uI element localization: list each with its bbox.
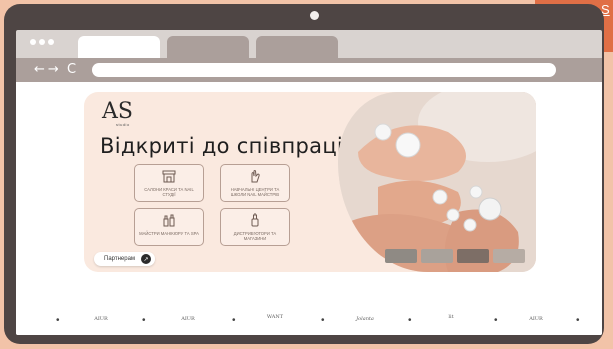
window-dot-1[interactable] (30, 39, 36, 45)
webcam-dot (310, 11, 319, 20)
thumbnail[interactable] (493, 249, 525, 263)
hand-icon (251, 170, 260, 183)
feature-label: навчальні центри та школи nail майстрів (230, 187, 280, 197)
window-dot-3[interactable] (48, 39, 54, 45)
tab-2[interactable] (167, 36, 249, 58)
hero-banner: AS studio Відкриті до співпраці салони к… (84, 92, 536, 272)
feature-masters[interactable]: майстри манікюру та SPA (134, 208, 204, 246)
partners-button[interactable]: Партнерам ↗ (94, 252, 156, 266)
hero-photo (338, 92, 536, 272)
reload-icon[interactable]: C (67, 62, 77, 77)
forward-arrow-icon[interactable]: → (48, 62, 60, 77)
brand-logo-aiur[interactable]: AIUR (173, 316, 203, 322)
tab-bar (16, 30, 602, 58)
thumbnail[interactable] (385, 249, 417, 263)
tab-3[interactable] (256, 36, 338, 58)
window-dot-2[interactable] (39, 39, 45, 45)
web-page: AS studio Відкриті до співпраці салони к… (16, 82, 602, 335)
brand-logo-lit[interactable]: lit (436, 314, 466, 320)
thumbnail[interactable] (421, 249, 453, 263)
arrow-icon: ↗ (141, 254, 152, 264)
brand-separator: • (56, 315, 60, 326)
nav-buttons: ← → C (34, 62, 79, 77)
feature-grid: салони краси та nail студії навчальні це… (134, 164, 294, 246)
brand-logo[interactable]: AS studio (102, 99, 133, 128)
laptop-frame: ← → C AS studio Відкриті до співпраці сал… (4, 4, 604, 344)
brand-separator: • (142, 315, 146, 326)
feature-salons[interactable]: салони краси та nail студії (134, 164, 204, 202)
feature-label: дистриб'ютори та магазини (233, 231, 277, 241)
brand-separator: • (576, 315, 580, 326)
partners-button-label: Партнерам (104, 256, 136, 262)
bottles-icon (163, 214, 175, 227)
address-bar-row: ← → C (16, 58, 602, 82)
brand-logo-aiur[interactable]: AIUR (86, 316, 116, 322)
tab-active[interactable] (78, 36, 160, 58)
brand-strip: • AIUR • AIUR • WANT • Jolanta • lit • A… (16, 312, 602, 334)
address-input[interactable] (92, 63, 556, 77)
brand-separator: • (232, 315, 236, 326)
gallery-thumbnails (385, 249, 525, 263)
feature-label: майстри манікюру та SPA (139, 231, 199, 236)
brand-separator: • (408, 315, 412, 326)
hero-headline: Відкриті до співпраці (100, 134, 344, 158)
brand-logo-want[interactable]: WANT (260, 314, 290, 320)
back-arrow-icon[interactable]: ← (34, 62, 46, 77)
storefront-icon (162, 170, 176, 183)
brand-separator: • (321, 315, 325, 326)
feature-distributors[interactable]: дистриб'ютори та магазини (220, 208, 290, 246)
feature-label: салони краси та nail студії (144, 187, 194, 197)
browser-window: ← → C AS studio Відкриті до співпраці сал… (16, 30, 602, 335)
window-controls (30, 39, 54, 45)
hands-image (338, 92, 536, 272)
logo-mark: AS (102, 99, 133, 124)
bottle-icon (251, 213, 259, 227)
brand-separator: • (494, 315, 498, 326)
thumbnail[interactable] (457, 249, 489, 263)
brand-logo-jolanta[interactable]: Jolanta (350, 316, 380, 322)
brand-logo-aiur[interactable]: AIUR (521, 316, 551, 322)
feature-schools[interactable]: навчальні центри та школи nail майстрів (220, 164, 290, 202)
